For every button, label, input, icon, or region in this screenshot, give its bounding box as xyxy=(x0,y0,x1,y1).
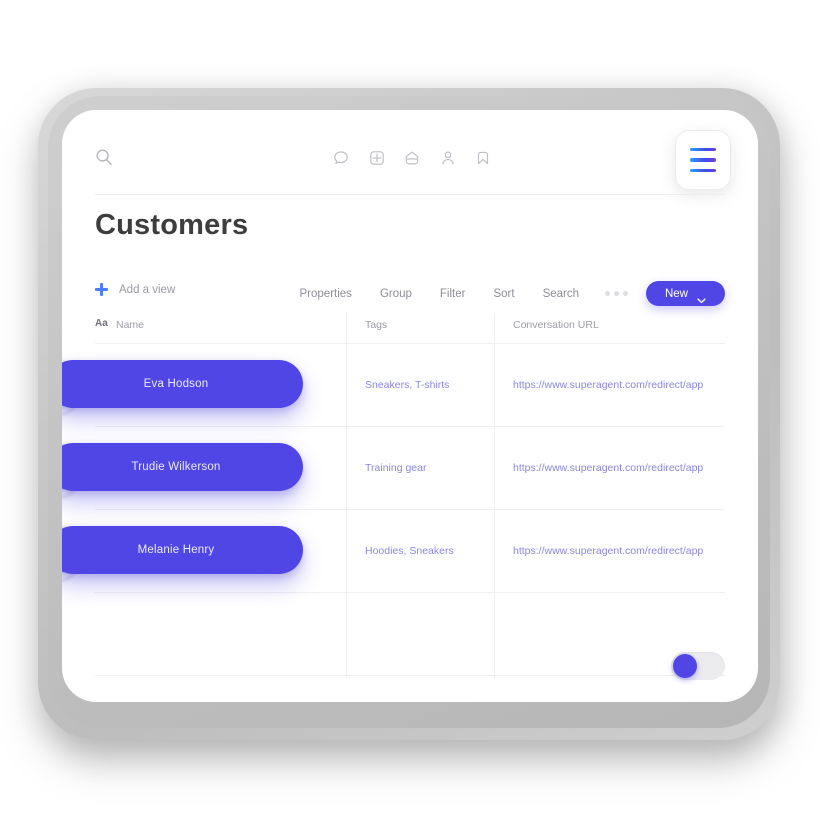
user-icon[interactable] xyxy=(439,149,457,167)
plus-icon xyxy=(95,283,108,296)
customer-name-pill[interactable]: Eva Hodson xyxy=(62,360,303,408)
hamburger-line xyxy=(690,147,716,152)
add-view-label: Add a view xyxy=(119,283,176,296)
grid-line-v xyxy=(346,313,347,678)
customer-name-label: Trudie Wilkerson xyxy=(131,461,221,473)
column-header-tags[interactable]: Tags xyxy=(365,319,387,331)
cell-tags[interactable]: Hoodies, Sneakers xyxy=(365,545,454,557)
toolbar-item-group[interactable]: Group xyxy=(366,288,426,300)
grid-line-h xyxy=(95,675,725,676)
new-button[interactable]: New xyxy=(646,281,725,306)
view-toggle[interactable] xyxy=(671,652,725,680)
device-screen: Customers Add a view Properties Group Fi… xyxy=(62,110,758,702)
new-button-label: New xyxy=(664,287,688,300)
customer-name-pill[interactable]: Melanie Henry xyxy=(62,526,303,574)
view-toolbar: Add a view Properties Group Filter Sort … xyxy=(62,273,758,313)
column-type-badge-name: Aa xyxy=(95,318,108,329)
bookmark-icon[interactable] xyxy=(474,149,492,167)
customers-table: Aa Name Tags Conversation URL Eva Hodson… xyxy=(62,313,725,678)
screenshot-root: Customers Add a view Properties Group Fi… xyxy=(0,0,820,820)
table-header-row: Aa Name Tags Conversation URL xyxy=(95,313,725,343)
cell-conversation-url[interactable]: https://www.superagent.com/redirect/app xyxy=(513,462,703,474)
column-header-name[interactable]: Name xyxy=(116,319,144,331)
nav-icon-group xyxy=(332,148,492,168)
customer-name-pill[interactable]: Trudie Wilkerson xyxy=(62,443,303,491)
cell-conversation-url[interactable]: https://www.superagent.com/redirect/app xyxy=(513,379,703,391)
page-title: Customers xyxy=(95,209,249,241)
dot xyxy=(605,291,610,296)
toolbar-item-filter[interactable]: Filter xyxy=(426,288,480,300)
column-header-conversation-url[interactable]: Conversation URL xyxy=(513,319,599,331)
nav-divider xyxy=(95,194,725,195)
grid-line-h xyxy=(95,592,725,593)
name-pill-container: Trudie Wilkerson xyxy=(62,443,303,499)
toolbar-actions: Properties Group Filter Sort Search New xyxy=(286,281,758,306)
toolbar-item-search[interactable]: Search xyxy=(529,288,593,300)
customer-name-label: Melanie Henry xyxy=(137,544,215,556)
name-pill-container: Eva Hodson xyxy=(62,360,303,416)
dot xyxy=(623,291,628,296)
grid-line-v xyxy=(494,313,495,678)
home-icon[interactable] xyxy=(403,149,421,167)
more-horizontal-icon[interactable] xyxy=(593,291,640,296)
name-pill-container: Melanie Henry xyxy=(62,526,303,582)
chat-bubble-icon[interactable] xyxy=(332,149,350,167)
add-view-button[interactable]: Add a view xyxy=(95,283,175,296)
customer-name-label: Eva Hodson xyxy=(143,378,209,390)
dot xyxy=(614,291,619,296)
toolbar-item-sort[interactable]: Sort xyxy=(479,288,528,300)
hamburger-menu-icon[interactable] xyxy=(675,130,731,190)
grid-line-h xyxy=(95,426,725,427)
search-icon[interactable] xyxy=(95,148,113,166)
hamburger-line xyxy=(690,158,716,162)
grid-plus-icon[interactable] xyxy=(368,149,386,167)
cell-conversation-url[interactable]: https://www.superagent.com/redirect/app xyxy=(513,545,703,557)
grid-line-h xyxy=(95,343,725,344)
cell-tags[interactable]: Sneakers, T-shirts xyxy=(365,379,449,391)
cell-tags[interactable]: Training gear xyxy=(365,462,426,474)
hamburger-line xyxy=(690,168,716,173)
toolbar-item-properties[interactable]: Properties xyxy=(286,288,366,300)
top-navigation-bar xyxy=(62,110,758,195)
grid-line-h xyxy=(95,509,725,510)
chevron-down-icon xyxy=(697,291,706,303)
toggle-knob xyxy=(673,654,697,678)
